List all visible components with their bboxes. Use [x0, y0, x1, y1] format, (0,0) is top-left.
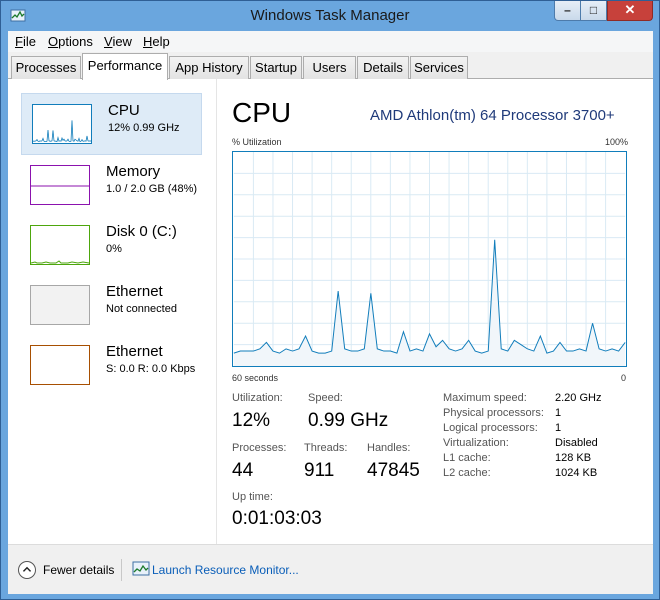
- tab-details[interactable]: Details: [357, 56, 409, 79]
- utilization-value: 12%: [232, 410, 271, 431]
- detail-value: 2.20 GHz: [555, 392, 602, 404]
- detail-label: Maximum speed:: [443, 392, 527, 404]
- menu-help-label: elp: [152, 34, 170, 49]
- chevron-up-icon[interactable]: [18, 561, 36, 579]
- menu-help-accel: H: [143, 34, 153, 49]
- maximize-button[interactable]: □: [581, 1, 607, 21]
- speed-label: Speed:: [308, 392, 343, 404]
- sidebar-item-subtitle: 1.0 / 2.0 GB (48%): [106, 183, 198, 195]
- sidebar-item-title: CPU: [108, 102, 140, 119]
- footer-bar: Fewer details Launch Resource Monitor...: [8, 544, 653, 594]
- sidebar-item-disk[interactable]: Disk 0 (C:) 0%: [20, 215, 202, 277]
- detail-value: 1024 KB: [555, 467, 598, 479]
- menu-file-accel: F: [15, 34, 23, 49]
- tab-services[interactable]: Services: [410, 56, 468, 79]
- tab-strip: Processes Performance App History Startu…: [8, 53, 653, 80]
- task-manager-window: Windows Task Manager – □ ✕ File Options …: [0, 0, 660, 600]
- processes-label: Processes:: [232, 442, 287, 454]
- panel-divider: [216, 79, 217, 544]
- menu-file-label: ile: [22, 34, 36, 49]
- menu-options-label: ptions: [58, 34, 93, 49]
- tab-users[interactable]: Users: [303, 56, 356, 79]
- handles-value: 47845: [367, 460, 420, 481]
- menu-options[interactable]: Options: [48, 34, 93, 49]
- detail-label: Virtualization:: [443, 437, 509, 449]
- detail-label: L1 cache:: [443, 452, 491, 464]
- x-axis-left-label: 60 seconds: [232, 373, 279, 383]
- menu-file[interactable]: File: [15, 34, 36, 49]
- title-bar[interactable]: Windows Task Manager – □ ✕: [1, 1, 659, 31]
- thumbnail-frame: [30, 225, 90, 265]
- sidebar-item-subtitle: 12% 0.99 GHz: [108, 122, 180, 134]
- sidebar-item-title: Memory: [106, 163, 161, 180]
- thumbnail-frame: [30, 165, 90, 205]
- tab-startup[interactable]: Startup: [250, 56, 302, 79]
- detail-label: L2 cache:: [443, 467, 491, 479]
- cpu-utilization-graph: [232, 151, 627, 367]
- y-axis-max-label: 100%: [605, 137, 629, 147]
- sidebar-item-memory[interactable]: Memory 1.0 / 2.0 GB (48%): [20, 155, 202, 217]
- resource-sidebar: CPU 12% 0.99 GHz Memory 1.0 / 2.0 GB (48…: [8, 79, 210, 544]
- menu-view-label: iew: [112, 34, 132, 49]
- menu-bar: File Options View Help: [8, 31, 653, 52]
- tab-performance[interactable]: Performance: [82, 53, 168, 80]
- detail-value: 128 KB: [555, 452, 592, 464]
- sidebar-item-title: Ethernet: [106, 283, 163, 300]
- disk-thumbnail-graph: [30, 225, 90, 265]
- tab-app-history[interactable]: App History: [169, 56, 249, 79]
- x-axis-right-label: 0: [621, 373, 627, 383]
- sidebar-item-subtitle: 0%: [106, 243, 122, 255]
- y-axis-label: % Utilization: [232, 137, 282, 147]
- launch-resource-monitor-link[interactable]: Launch Resource Monitor...: [152, 563, 299, 577]
- ethernet-thumbnail-graph: [30, 345, 90, 385]
- detail-value: Disabled: [555, 437, 598, 449]
- speed-value: 0.99 GHz: [308, 410, 389, 431]
- cpu-thumbnail-graph: [32, 104, 92, 144]
- fewer-details-button[interactable]: Fewer details: [43, 563, 114, 577]
- detail-value: 1: [555, 422, 562, 434]
- ethernet-thumbnail-graph: [30, 285, 90, 325]
- tab-processes[interactable]: Processes: [11, 56, 81, 79]
- thumbnail-frame: [30, 345, 90, 385]
- detail-label: Physical processors:: [443, 407, 544, 419]
- detail-label: Logical processors:: [443, 422, 538, 434]
- uptime-value: 0:01:03:03: [232, 508, 322, 529]
- minimize-icon: –: [564, 3, 571, 17]
- maximize-icon: □: [589, 3, 598, 17]
- panel-title: CPU: [232, 97, 292, 128]
- close-button[interactable]: ✕: [607, 1, 653, 21]
- threads-value: 911: [304, 460, 335, 481]
- thumbnail-frame: [30, 285, 90, 325]
- detail-value: 1: [555, 407, 562, 419]
- cpu-model-name: AMD Athlon(tm) 64 Processor 3700+: [370, 107, 615, 124]
- sidebar-item-title: Ethernet: [106, 343, 163, 360]
- menu-options-accel: O: [48, 34, 59, 49]
- sidebar-item-title: Disk 0 (C:): [106, 223, 177, 240]
- sidebar-item-ethernet-2[interactable]: Ethernet S: 0.0 R: 0.0 Kbps: [20, 335, 202, 397]
- sidebar-item-ethernet-1[interactable]: Ethernet Not connected: [20, 275, 202, 337]
- sidebar-item-subtitle: Not connected: [106, 303, 177, 315]
- sidebar-item-subtitle: S: 0.0 R: 0.0 Kbps: [106, 363, 196, 375]
- resource-monitor-icon[interactable]: [132, 561, 150, 577]
- utilization-label: Utilization:: [232, 392, 283, 404]
- uptime-label: Up time:: [232, 491, 273, 503]
- memory-thumbnail-graph: [30, 165, 90, 205]
- menu-help[interactable]: Help: [143, 34, 170, 49]
- performance-panel: CPU 12% 0.99 GHz Memory 1.0 / 2.0 GB (48…: [8, 79, 653, 544]
- processes-value: 44: [232, 460, 254, 481]
- close-icon: ✕: [624, 2, 636, 17]
- sidebar-item-cpu[interactable]: CPU 12% 0.99 GHz: [21, 93, 202, 155]
- footer-separator: [121, 559, 122, 581]
- menu-view[interactable]: View: [104, 34, 132, 49]
- minimize-button[interactable]: –: [554, 1, 581, 21]
- client-area: File Options View Help Processes Perform…: [8, 31, 653, 594]
- threads-label: Threads:: [304, 442, 348, 454]
- handles-label: Handles:: [367, 442, 411, 454]
